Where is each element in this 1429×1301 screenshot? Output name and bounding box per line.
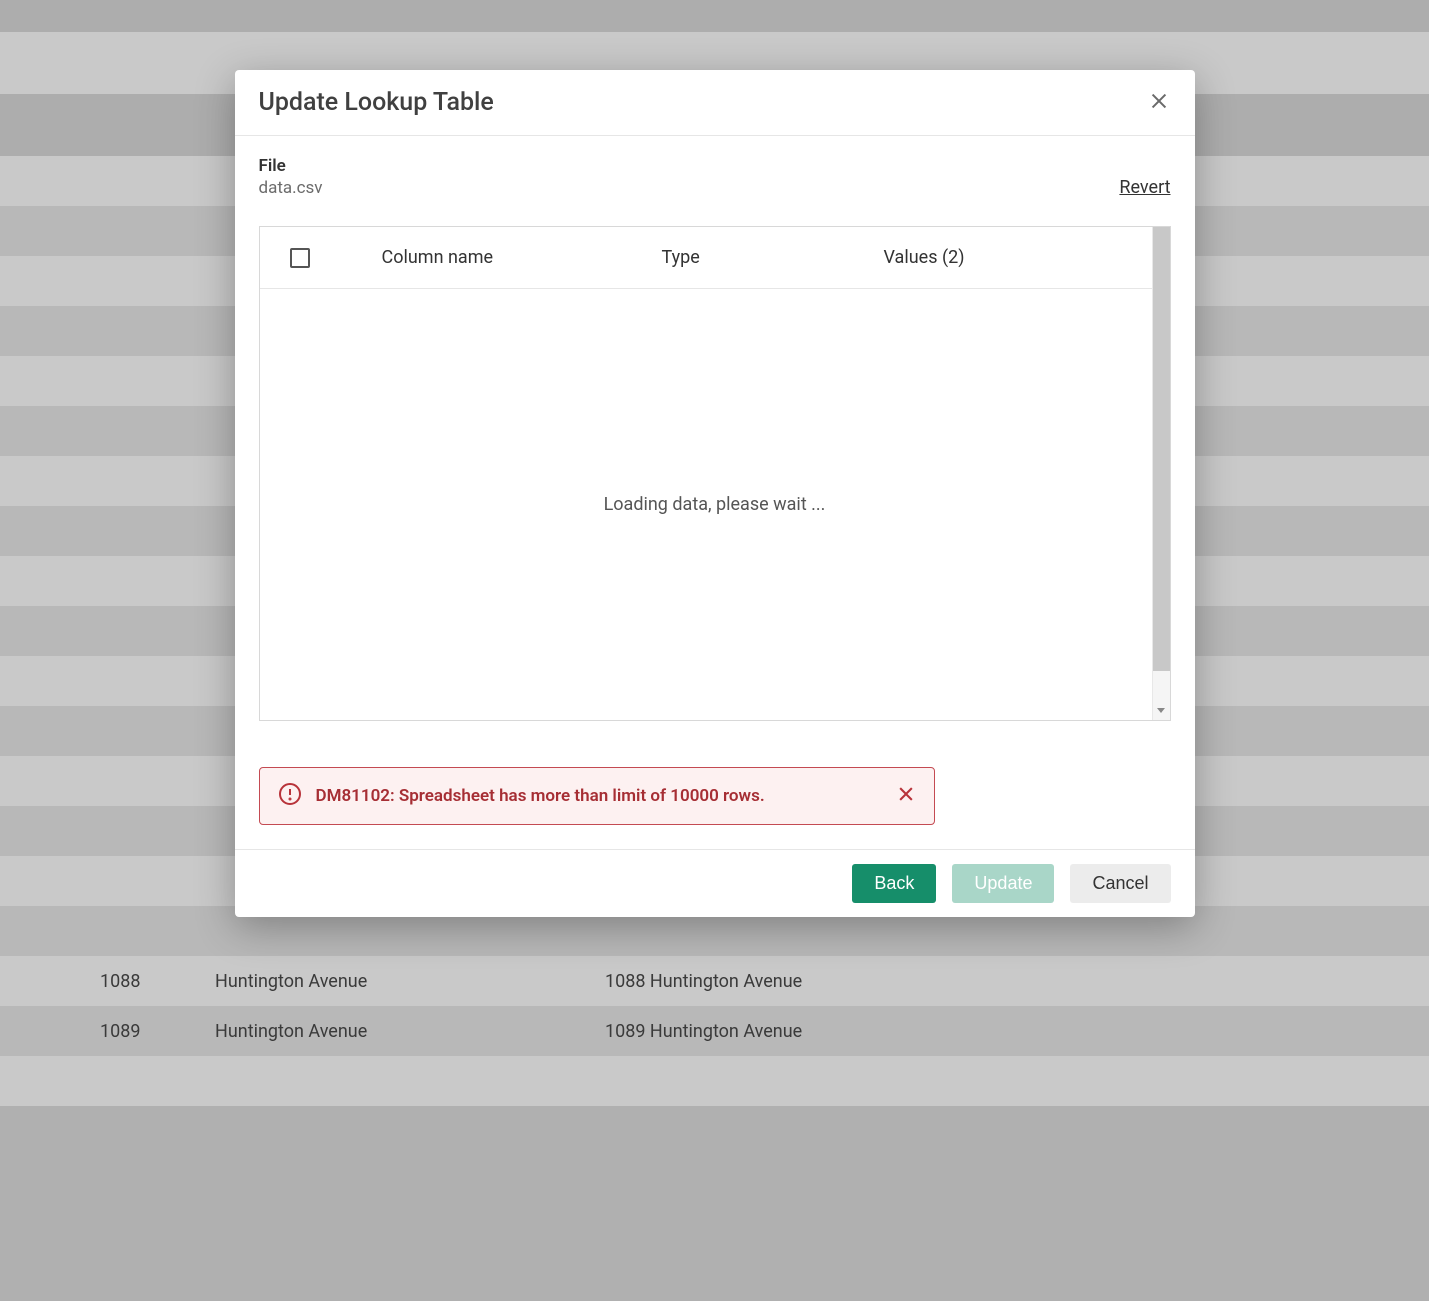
type-header: Type: [662, 247, 884, 268]
values-header: Values (2): [884, 247, 1146, 268]
update-lookup-table-modal: Update Lookup Table File data.csv Revert: [235, 70, 1195, 917]
back-button[interactable]: Back: [852, 864, 936, 903]
modal-overlay: Update Lookup Table File data.csv Revert: [0, 0, 1429, 1301]
file-row: File data.csv Revert: [259, 156, 1171, 198]
error-alert: DM81102: Spreadsheet has more than limit…: [259, 767, 935, 825]
close-icon: [896, 789, 916, 808]
alert-message: DM81102: Spreadsheet has more than limit…: [316, 786, 896, 806]
scrollbar[interactable]: [1152, 227, 1170, 720]
scroll-spacer: [1153, 671, 1170, 702]
scroll-thumb[interactable]: [1153, 227, 1170, 671]
modal-title: Update Lookup Table: [259, 88, 494, 117]
chevron-down-icon: [1156, 705, 1166, 718]
close-button[interactable]: [1147, 91, 1171, 115]
scroll-down-arrow[interactable]: [1153, 702, 1170, 720]
revert-link[interactable]: Revert: [1119, 177, 1170, 198]
column-name-header: Column name: [382, 247, 662, 268]
cancel-button[interactable]: Cancel: [1070, 864, 1170, 903]
table-body: Loading data, please wait ...: [260, 289, 1170, 720]
modal-header: Update Lookup Table: [235, 70, 1195, 136]
select-all-cell: [284, 248, 382, 268]
table-header-row: Column name Type Values (2): [260, 227, 1170, 289]
alert-close-button[interactable]: [896, 784, 916, 808]
modal-footer: Back Update Cancel: [235, 849, 1195, 917]
select-all-checkbox[interactable]: [290, 248, 310, 268]
file-info: File data.csv: [259, 156, 323, 198]
file-name: data.csv: [259, 178, 323, 198]
update-button[interactable]: Update: [952, 864, 1054, 903]
file-label: File: [259, 156, 323, 176]
close-icon: [1148, 90, 1170, 116]
modal-body: File data.csv Revert Column name Type Va…: [235, 136, 1195, 849]
loading-text: Loading data, please wait ...: [604, 494, 826, 515]
columns-table: Column name Type Values (2) Loading data…: [259, 226, 1171, 721]
error-icon: [278, 782, 302, 810]
